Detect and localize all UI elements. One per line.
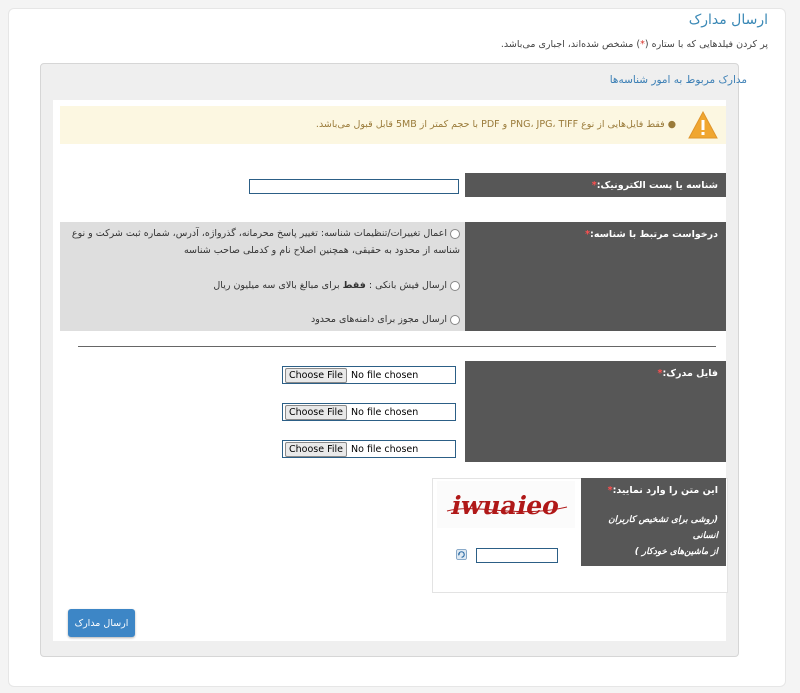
page-title: ارسال مدارک <box>688 12 768 28</box>
warning-triangle-icon <box>688 111 718 139</box>
file-status-1: No file chosen <box>351 369 419 381</box>
required-note: پر کردن فیلدهایی که با ستاره (*) مشخص شد… <box>500 39 768 50</box>
option-domain-permit[interactable]: ارسال مجوز برای دامنه‌های محدود <box>70 311 460 328</box>
file-status-2: No file chosen <box>351 406 419 418</box>
email-field[interactable] <box>249 179 459 194</box>
choose-file-button-3[interactable]: Choose File <box>285 441 347 457</box>
choose-file-button-2[interactable]: Choose File <box>285 404 347 420</box>
file-label: فایل مدرک:* <box>465 361 726 462</box>
file-input-3[interactable]: Choose File No file chosen <box>282 440 456 458</box>
section-title: مدارک مربوط به امور شناسه‌ها <box>609 74 747 86</box>
divider <box>78 346 716 347</box>
refresh-icon[interactable] <box>456 549 467 560</box>
captcha-image: iwuaieo <box>437 481 575 528</box>
radio-domain-permit[interactable] <box>450 314 460 325</box>
file-input-2[interactable]: Choose File No file chosen <box>282 403 456 421</box>
option-bank-receipt[interactable]: ارسال فیش بانکی : فقط برای مبالغ بالای س… <box>70 277 460 294</box>
file-input-1[interactable]: Choose File No file chosen <box>282 366 456 384</box>
option-identity-changes[interactable]: اعمال تغییرات/تنظیمات شناسه: تغییر پاسخ … <box>70 225 460 259</box>
warning-box: ● فقط فایل‌هایی از نوع PNG، JPG، TIFF و … <box>60 106 726 144</box>
captcha-label: این متن را وارد نمایید:* (روشی برای تشخی… <box>581 478 726 566</box>
warning-text: ● فقط فایل‌هایی از نوع PNG، JPG، TIFF و … <box>315 119 676 130</box>
radio-bank-receipt[interactable] <box>450 280 460 291</box>
svg-text:iwuaieo: iwuaieo <box>449 490 563 520</box>
file-status-3: No file chosen <box>351 443 419 455</box>
request-label: درخواست مرتبط با شناسه:* <box>465 222 726 331</box>
captcha-input[interactable] <box>476 548 558 563</box>
submit-button[interactable]: ارسال مدارک <box>68 609 135 637</box>
email-label: شناسه یا پست الکترونیک:* <box>465 173 726 197</box>
choose-file-button-1[interactable]: Choose File <box>285 367 347 383</box>
radio-identity-changes[interactable] <box>450 228 460 239</box>
